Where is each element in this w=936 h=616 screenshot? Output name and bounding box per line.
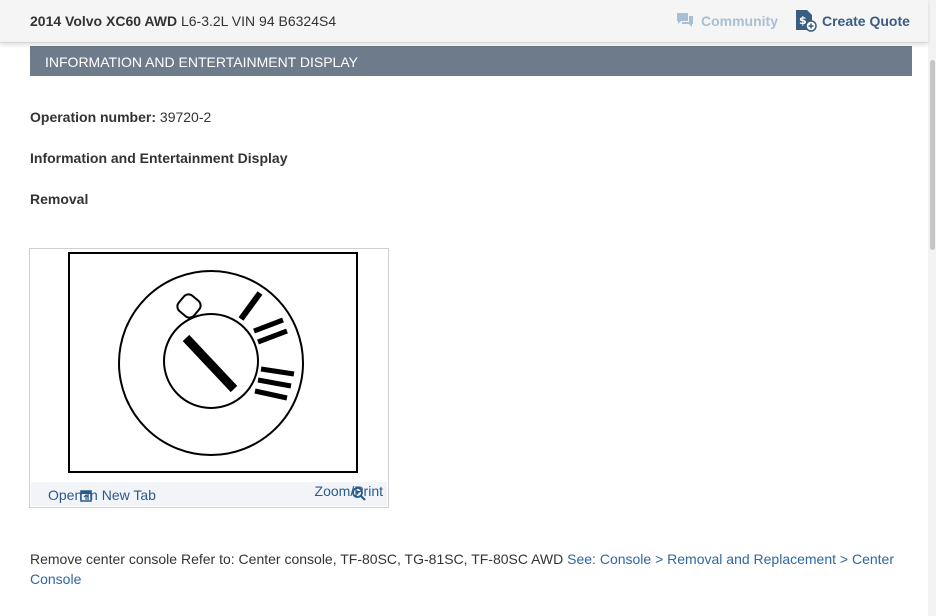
top-bar: 2014 Volvo XC60 AWD L6-3.2L VIN 94 B6324… xyxy=(0,0,928,43)
create-quote-label: Create Quote xyxy=(822,13,910,29)
zoom-print-link[interactable]: Zoom/Print xyxy=(313,483,383,501)
create-quote-button[interactable]: $ Create Quote xyxy=(794,9,910,33)
vehicle-engine: L6-3.2L VIN 94 B6324S4 xyxy=(180,13,337,29)
scrollbar-thumb[interactable] xyxy=(930,60,935,250)
community-button[interactable]: Community xyxy=(676,12,778,30)
operation-label: Operation number: xyxy=(30,109,157,125)
operation-value: 39720-2 xyxy=(159,109,212,125)
operation-number: Operation number: 39720-2 xyxy=(30,109,211,125)
illustration-diagram[interactable] xyxy=(68,252,358,474)
open-in-new-tab-link[interactable]: Open In New Tab xyxy=(42,487,156,503)
vehicle-title: 2014 Volvo XC60 AWD L6-3.2L VIN 94 B6324… xyxy=(30,13,336,29)
quote-document-icon: $ xyxy=(794,8,818,35)
open-in-new-tab-label: Open In New Tab xyxy=(48,487,156,503)
section-header: INFORMATION AND ENTERTAINMENT DISPLAY xyxy=(30,46,912,76)
procedure-heading: Information and Entertainment Display xyxy=(30,150,288,166)
vehicle-model: 2014 Volvo XC60 AWD xyxy=(30,13,178,29)
figure-toolbar: Open In New Tab Zoom/Print xyxy=(31,482,387,506)
step-title: Removal xyxy=(30,191,89,207)
procedure-figure: Open In New Tab Zoom/Print xyxy=(29,248,389,508)
instruction-text: Remove center console Refer to: Center c… xyxy=(30,551,564,567)
zoom-print-label: Zoom/Print xyxy=(314,483,383,499)
community-label: Community xyxy=(701,13,778,29)
chat-bubbles-icon xyxy=(676,12,694,31)
instruction-step: Remove center console Refer to: Center c… xyxy=(30,549,900,589)
